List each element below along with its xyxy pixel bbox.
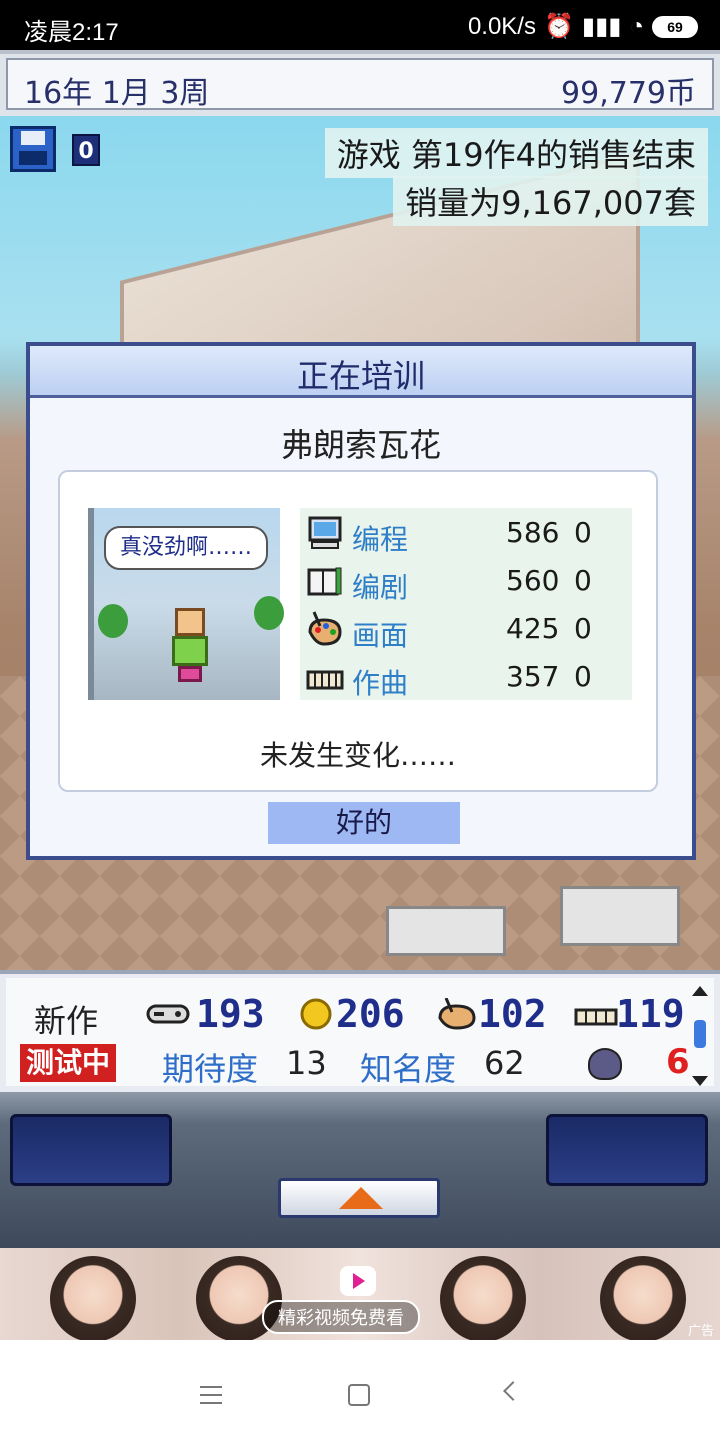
sprite-legs	[178, 666, 202, 682]
employee-name: 弗朗索瓦花	[280, 426, 441, 464]
bug-count: 6	[666, 1042, 690, 1082]
book-icon	[307, 567, 342, 596]
ad-image	[440, 1256, 526, 1340]
save-count-badge: 0	[72, 134, 100, 166]
ad-caption: 精彩视频免费看	[262, 1300, 420, 1334]
open-menu-button[interactable]	[278, 1178, 440, 1218]
stat-row-programming: 编程 586 0	[300, 508, 632, 556]
stats-table: 编程 586 0 编剧 560 0 画面 425 0 作曲 357 0	[300, 508, 632, 700]
alarm-icon: ⏰	[543, 13, 574, 40]
speech-bubble: 真没劲啊……	[104, 526, 268, 570]
project-info-bar[interactable]: 新作 测试中 193 206 102 119 期待度 13 知名度 62 6	[0, 970, 720, 1092]
tree-icon	[98, 604, 128, 638]
stat-value: 425	[506, 612, 560, 645]
signal-icon: ▮▮▮	[581, 13, 622, 40]
left-panel-button[interactable]	[10, 1114, 172, 1186]
keyboard-icon	[306, 670, 344, 690]
info-scrollbar[interactable]	[692, 986, 708, 1086]
new-game-label: 新作	[34, 1002, 99, 1040]
ok-button[interactable]: 好的	[268, 802, 460, 844]
stat-row-graphics: 画面 425 0	[300, 604, 632, 652]
notice-sales-end: 游戏 第19作4的销售结束	[324, 128, 708, 178]
computer-icon	[308, 516, 342, 549]
fame-value: 62	[484, 1044, 525, 1082]
dialog-title: 正在培训	[30, 346, 692, 398]
dialog-panel: 真没劲啊…… 编程 586 0 编剧 560 0 画面 425 0 作曲 357…	[58, 470, 658, 792]
coin-icon	[300, 998, 332, 1030]
game-top-bar: 16年 1月 3周 99,779币	[0, 50, 720, 116]
sprite-body	[172, 636, 208, 666]
expectation-value: 13	[286, 1044, 327, 1082]
palette-icon	[438, 998, 476, 1030]
arrow-up-icon	[339, 1187, 383, 1209]
controller-icon	[146, 1004, 190, 1024]
stat-value: 560	[506, 564, 560, 597]
game-top-bar-inner: 16年 1月 3周 99,779币	[6, 58, 714, 111]
ad-banner[interactable]: 精彩视频免费看 广告	[0, 1248, 720, 1340]
bug-icon	[588, 1048, 622, 1080]
ad-image	[50, 1256, 136, 1340]
stat-value: 586	[506, 516, 560, 549]
office-desk	[386, 906, 506, 956]
training-dialog: 正在培训 弗朗索瓦花 真没劲啊…… 编程 586 0 编剧 560 0 画面 4…	[26, 342, 696, 860]
fame-label: 知名度	[360, 1050, 457, 1088]
office-desk	[560, 886, 680, 946]
fun-value: 193	[196, 992, 265, 1036]
stat-label: 作曲	[352, 667, 409, 700]
sprite-head	[175, 608, 205, 636]
right-panel-button[interactable]	[546, 1114, 708, 1186]
stat-delta: 0	[574, 660, 592, 693]
game-money: 99,779币	[561, 76, 696, 111]
testing-badge: 测试中	[20, 1044, 117, 1082]
status-time: 凌晨2:17	[24, 19, 119, 46]
game-date: 16年 1月 3周	[24, 76, 210, 111]
status-right: 0.0K/s ⏰ ▮▮▮ ◔ 69	[468, 12, 698, 41]
scroll-thumb[interactable]	[694, 1020, 706, 1048]
notice-sales-total: 销量为9,167,007套	[393, 176, 708, 226]
status-bar: 凌晨2:17 0.0K/s ⏰ ▮▮▮ ◔ 69	[0, 0, 720, 50]
creativity-value: 206	[336, 992, 405, 1036]
training-result: 未发生变化……	[259, 739, 456, 772]
graphics-value: 102	[478, 992, 547, 1036]
home-icon[interactable]	[348, 1384, 370, 1406]
net-speed: 0.0K/s	[467, 12, 536, 40]
recent-apps-icon[interactable]	[200, 1386, 222, 1404]
stat-value: 357	[506, 660, 560, 693]
project-info-inner: 新作 测试中 193 206 102 119 期待度 13 知名度 62 6	[6, 978, 714, 1088]
system-nav-bar	[0, 1352, 720, 1440]
stat-delta: 0	[574, 516, 592, 549]
stat-label: 画面	[352, 619, 409, 652]
keyboard-icon	[574, 1008, 618, 1026]
stat-row-scenario: 编剧 560 0	[300, 556, 632, 604]
stat-label: 编程	[352, 523, 409, 556]
expectation-label: 期待度	[162, 1050, 259, 1088]
scroll-down-arrow[interactable]	[692, 1076, 708, 1086]
employee-portrait: 真没劲啊……	[88, 508, 284, 700]
ad-image	[600, 1256, 686, 1340]
wifi-icon: ◔	[629, 12, 645, 40]
employee-sprite	[172, 608, 208, 688]
tree-icon	[254, 596, 284, 630]
control-panel	[0, 1092, 720, 1248]
save-icon[interactable]	[10, 126, 56, 172]
stat-label: 编剧	[352, 571, 409, 604]
stat-delta: 0	[574, 612, 592, 645]
play-icon	[340, 1266, 376, 1296]
scroll-up-arrow[interactable]	[692, 986, 708, 996]
stat-row-music: 作曲 357 0	[300, 652, 632, 700]
stat-delta: 0	[574, 564, 592, 597]
sound-value: 119	[616, 992, 685, 1036]
back-icon[interactable]	[503, 1381, 523, 1401]
ad-tag: 广告	[687, 1324, 714, 1339]
palette-icon	[308, 611, 342, 646]
battery-icon: 69	[652, 15, 698, 38]
